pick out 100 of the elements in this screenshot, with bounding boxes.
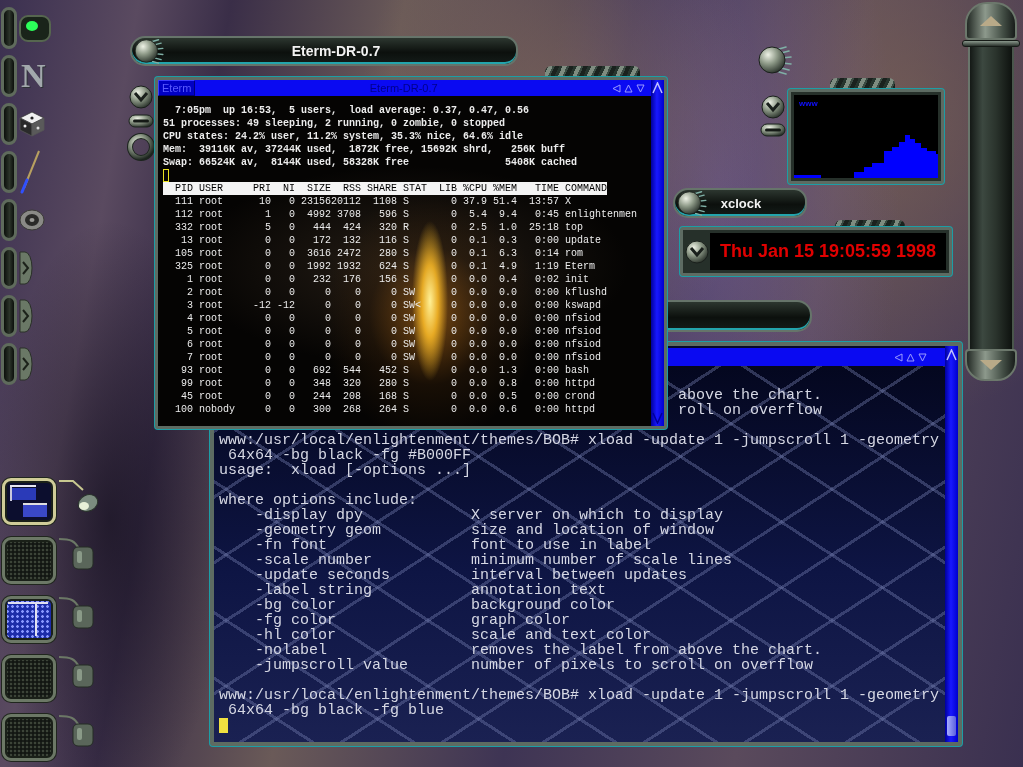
table-cell: 0.0 — [469, 351, 487, 364]
plug-icon — [59, 655, 95, 689]
table-cell: nobody — [199, 403, 235, 416]
letter-logo[interactable]: N — [21, 59, 46, 93]
desk-thumbnail[interactable] — [2, 596, 56, 643]
table-cell: 1.3 — [499, 364, 517, 377]
table-cell: 0 — [325, 338, 331, 351]
table-cell: 244 — [313, 390, 331, 403]
table-cell: 0.4 — [499, 273, 517, 286]
table-cell: root — [199, 208, 223, 221]
title-bar[interactable]: Eterm-DR-0.7 — [130, 36, 518, 66]
table-cell: 320 — [379, 221, 397, 234]
plug-icon — [59, 596, 95, 630]
terminal-line: 5408K cached — [505, 156, 578, 169]
table-cell: rom — [565, 247, 583, 260]
down-triangle-icon[interactable] — [636, 83, 645, 93]
up-triangle-icon[interactable] — [624, 83, 633, 93]
table-cell: 0 — [325, 312, 331, 325]
table-cell: 0 — [289, 208, 295, 221]
option-name: -fg color — [255, 613, 336, 628]
knob-icon[interactable] — [758, 45, 792, 75]
title-bar[interactable] — [667, 300, 812, 332]
half-knob-icon[interactable] — [19, 298, 33, 334]
table-cell: SW — [403, 325, 415, 338]
table-cell: root — [199, 234, 223, 247]
table-cell: 0 — [355, 351, 361, 364]
table-cell: root — [199, 338, 223, 351]
half-knob-icon[interactable] — [19, 346, 33, 382]
table-cell: 0 — [289, 377, 295, 390]
table-cell: nfsiod — [565, 351, 601, 364]
speaker-icon[interactable] — [19, 209, 45, 231]
vent-grille — [830, 78, 895, 89]
table-cell: 348 — [313, 377, 331, 390]
knob-icon[interactable] — [677, 190, 707, 216]
table-cell: 624 — [379, 260, 397, 273]
table-cell: 0 — [451, 325, 457, 338]
half-knob-icon[interactable] — [19, 250, 33, 286]
table-cell: 0.8 — [499, 377, 517, 390]
table-cell: 0 — [451, 273, 457, 286]
table-cell: root — [199, 247, 223, 260]
scroll-thumb[interactable] — [947, 716, 956, 736]
scrollbar[interactable] — [651, 80, 664, 426]
desk-thumbnail[interactable] — [2, 714, 56, 761]
option-description: font to use in label — [471, 538, 652, 553]
table-cell: 0 — [325, 351, 331, 364]
table-cell: 0.1 — [469, 247, 487, 260]
option-description: number of pixels to scroll on overflow — [471, 658, 814, 673]
pen-icon[interactable] — [19, 150, 41, 194]
option-name: -geometry geom — [255, 523, 382, 538]
table-cell: S — [403, 247, 409, 260]
scroll-up-button[interactable] — [965, 2, 1017, 40]
chevron-knob-icon[interactable] — [129, 85, 153, 109]
terminal-line: Mem: 39116K av, 37244K used, 1872K free, 15692K shrd, 256K buff — [163, 144, 566, 155]
dock-slot — [1, 247, 17, 289]
left-triangle-icon[interactable] — [894, 352, 903, 362]
table-cell: 0.5 — [499, 390, 517, 403]
slot-knob-icon[interactable] — [760, 123, 786, 137]
slot-knob-icon[interactable] — [128, 114, 154, 128]
table-cell: 0 — [391, 312, 397, 325]
table-cell: 0 — [391, 286, 397, 299]
table-cell: 300 — [313, 403, 331, 416]
option-name: -bg color — [255, 598, 336, 613]
knob-icon[interactable] — [134, 38, 164, 64]
plug-icon — [59, 537, 95, 571]
left-triangle-icon[interactable] — [612, 83, 621, 93]
ring-knob-icon[interactable] — [127, 133, 155, 161]
desk-thumbnail[interactable] — [2, 655, 56, 702]
up-triangle-icon[interactable] — [906, 352, 915, 362]
down-triangle-icon[interactable] — [918, 352, 927, 362]
title-bar[interactable]: xclock — [673, 188, 807, 218]
option-description: graph color — [471, 613, 571, 628]
table-cell: 0.0 — [499, 325, 517, 338]
option-name: -fn font — [255, 538, 327, 553]
scroll-down-button[interactable] — [965, 349, 1017, 381]
table-cell: 0:00 — [535, 299, 559, 312]
table-cell: -12 — [253, 299, 271, 312]
table-cell: 0.0 — [469, 364, 487, 377]
desk-thumbnail[interactable] — [2, 478, 56, 525]
table-cell: 13 — [181, 234, 193, 247]
table-cell: root — [199, 351, 223, 364]
title-bar[interactable]: Eterm Eterm-DR-0.7 — [158, 80, 651, 96]
table-cell: 0 — [451, 286, 457, 299]
chevron-knob-icon[interactable] — [761, 95, 785, 119]
table-cell: 132 — [343, 234, 361, 247]
menu-button[interactable]: Eterm — [158, 80, 196, 96]
table-cell: 116 — [379, 234, 397, 247]
table-cell: 9.4 — [499, 208, 517, 221]
table-cell: 0.0 — [469, 312, 487, 325]
chevron-knob-icon[interactable] — [684, 239, 709, 264]
led-icon[interactable] — [19, 14, 51, 42]
table-cell: 0 — [451, 338, 457, 351]
table-cell: Eterm — [565, 260, 595, 273]
dice-icon[interactable] — [19, 111, 45, 137]
table-cell: 1 — [187, 273, 193, 286]
desk-thumbnail[interactable] — [2, 537, 56, 584]
scrollbar[interactable] — [945, 346, 958, 742]
terminal-line: www:/usr/local/enlightenment/themes/BOB# xload -update 1 -jumpscroll 1 -geometry — [219, 687, 940, 704]
table-cell: 0.0 — [469, 273, 487, 286]
table-cell: 0 — [289, 286, 295, 299]
table-cell: 0 — [355, 286, 361, 299]
